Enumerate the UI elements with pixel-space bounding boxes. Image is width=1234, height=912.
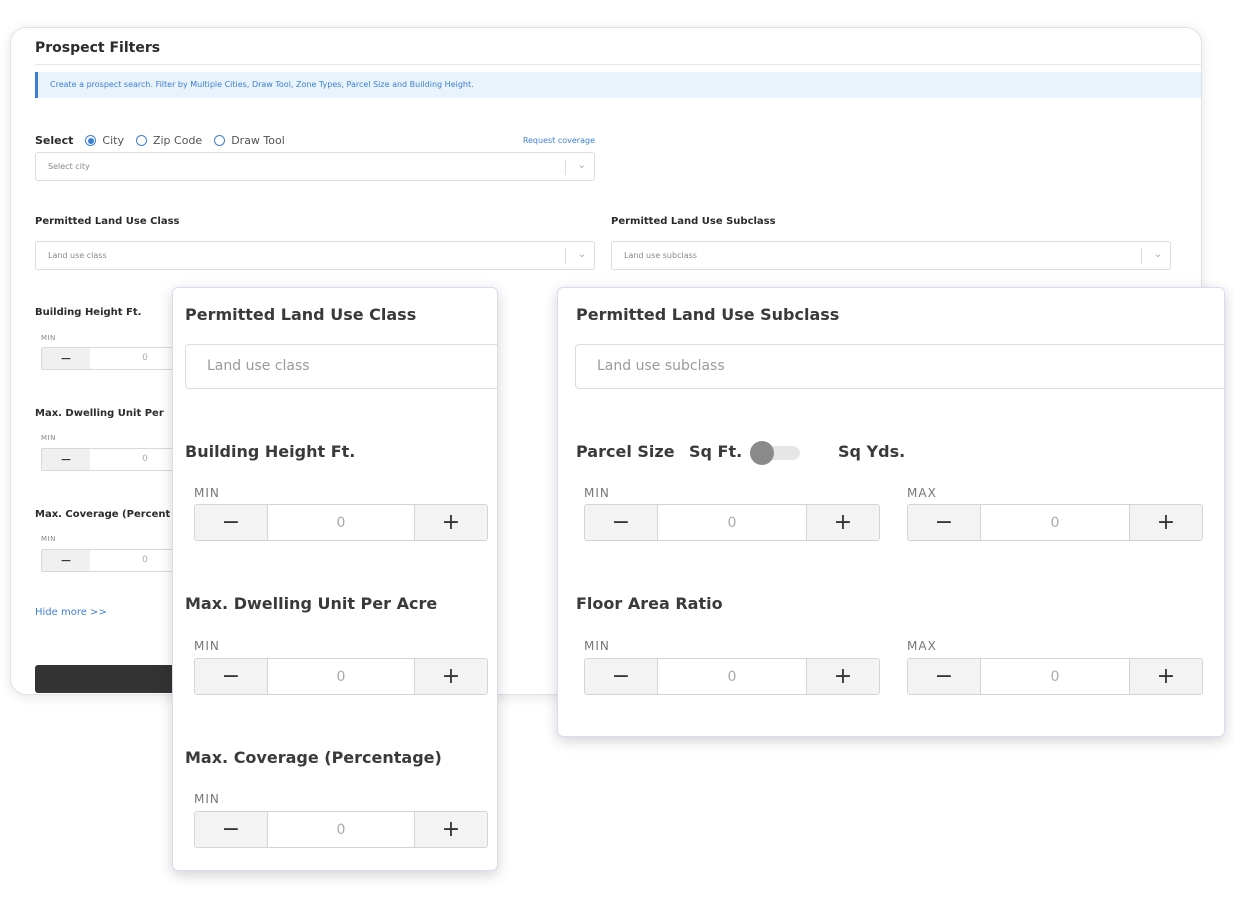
unit-toggle[interactable] [750,441,804,465]
increment-button[interactable]: + [414,659,487,694]
building-height-label: Building Height Ft. [35,307,142,318]
parcel-size-label: Parcel Size [576,442,675,461]
radio-draw-tool-label: Draw Tool [231,134,285,147]
decrement-button[interactable]: − [908,659,981,694]
decrement-button[interactable]: − [908,505,981,540]
toggle-knob [750,441,774,465]
coverage-min-stepper: − 0 + [194,811,488,848]
max-label: MAX [907,639,937,653]
dwelling-unit-label: Max. Dwelling Unit Per Acre [185,594,438,613]
radio-zip-code-label: Zip Code [152,134,203,147]
increment-button[interactable]: + [414,812,487,847]
decrement-button[interactable]: − [42,550,90,571]
radio-city-label: City [102,134,124,147]
panel-title: Prospect Filters [35,40,161,56]
floor-area-ratio-label: Floor Area Ratio [576,594,723,613]
city-select[interactable]: Select city ⌄ [35,152,595,181]
land-use-subclass-placeholder: Land use subclass [624,251,697,260]
land-use-subclass-label: Permitted Land Use Subclass [611,216,776,227]
unit-sq-yds-label: Sq Yds. [838,442,906,461]
increment-button[interactable]: + [1129,505,1202,540]
min-label: MIN [194,639,220,653]
select-label: Select [35,134,74,147]
land-use-subclass-select[interactable]: Land use subclass ⌄ [611,241,1171,270]
decrement-button[interactable]: − [195,659,268,694]
stepper-value[interactable]: 0 [981,659,1129,694]
land-use-class-label: Permitted Land Use Class [35,216,180,227]
land-use-subclass-label: Permitted Land Use Subclass [576,305,840,324]
increment-button[interactable]: + [806,505,879,540]
decrement-button[interactable]: − [585,505,658,540]
min-label: MIN [194,792,220,806]
min-label: MIN [41,535,56,543]
max-label: MAX [907,486,937,500]
min-label: MIN [41,334,56,342]
coverage-label: Max. Coverage (Percent [35,509,171,520]
location-select-row: Select City Zip Code Draw Tool Request c… [35,134,595,147]
select-separator [565,159,566,175]
land-use-subclass-input[interactable]: Land use subclass [575,344,1224,389]
increment-button[interactable]: + [806,659,879,694]
city-select-placeholder: Select city [48,162,90,171]
land-use-class-select[interactable]: Land use class ⌄ [35,241,595,270]
info-banner: Create a prospect search. Filter by Mult… [35,72,1201,98]
floor-area-min-stepper: − 0 + [584,658,880,695]
dwelling-unit-label: Max. Dwelling Unit Per [35,408,164,419]
parcel-size-max-stepper: − 0 + [907,504,1203,541]
dwelling-unit-min-stepper: − 0 + [194,658,488,695]
land-use-class-card: Permitted Land Use Class Land use class … [172,287,498,871]
land-use-class-placeholder: Land use class [48,251,107,260]
radio-zip-code[interactable] [135,135,147,146]
min-label: MIN [194,486,220,500]
land-use-class-input[interactable]: Land use class [185,344,497,389]
decrement-button[interactable]: − [195,505,268,540]
hide-more-link[interactable]: Hide more >> [35,607,107,618]
stepper-value[interactable]: 0 [268,659,414,694]
chevron-down-icon: ⌄ [577,249,586,260]
increment-button[interactable]: + [414,505,487,540]
stepper-value[interactable]: 0 [268,812,414,847]
floor-area-max-stepper: − 0 + [907,658,1203,695]
select-separator [565,248,566,264]
min-label: MIN [41,434,56,442]
building-height-label: Building Height Ft. [185,442,356,461]
decrement-button[interactable]: − [195,812,268,847]
parcel-size-min-stepper: − 0 + [584,504,880,541]
land-use-class-label: Permitted Land Use Class [185,305,417,324]
chevron-down-icon: ⌄ [1153,249,1162,260]
title-divider [35,64,1201,65]
increment-button[interactable]: + [1129,659,1202,694]
unit-sq-ft-label: Sq Ft. [689,442,743,461]
decrement-button[interactable]: − [42,449,90,470]
coverage-label: Max. Coverage (Percentage) [185,748,442,767]
decrement-button[interactable]: − [42,348,90,369]
stepper-value[interactable]: 0 [268,505,414,540]
radio-draw-tool[interactable] [214,135,226,146]
min-label: MIN [584,486,610,500]
land-use-subclass-card: Permitted Land Use Subclass Land use sub… [557,287,1225,737]
chevron-down-icon: ⌄ [577,160,586,171]
select-separator [1141,248,1142,264]
building-height-min-stepper: − 0 + [194,504,488,541]
min-label: MIN [584,639,610,653]
request-coverage-link[interactable]: Request coverage [523,136,595,145]
radio-city[interactable] [85,135,97,146]
stepper-value[interactable]: 0 [981,505,1129,540]
stepper-value[interactable]: 0 [658,659,806,694]
decrement-button[interactable]: − [585,659,658,694]
stepper-value[interactable]: 0 [658,505,806,540]
